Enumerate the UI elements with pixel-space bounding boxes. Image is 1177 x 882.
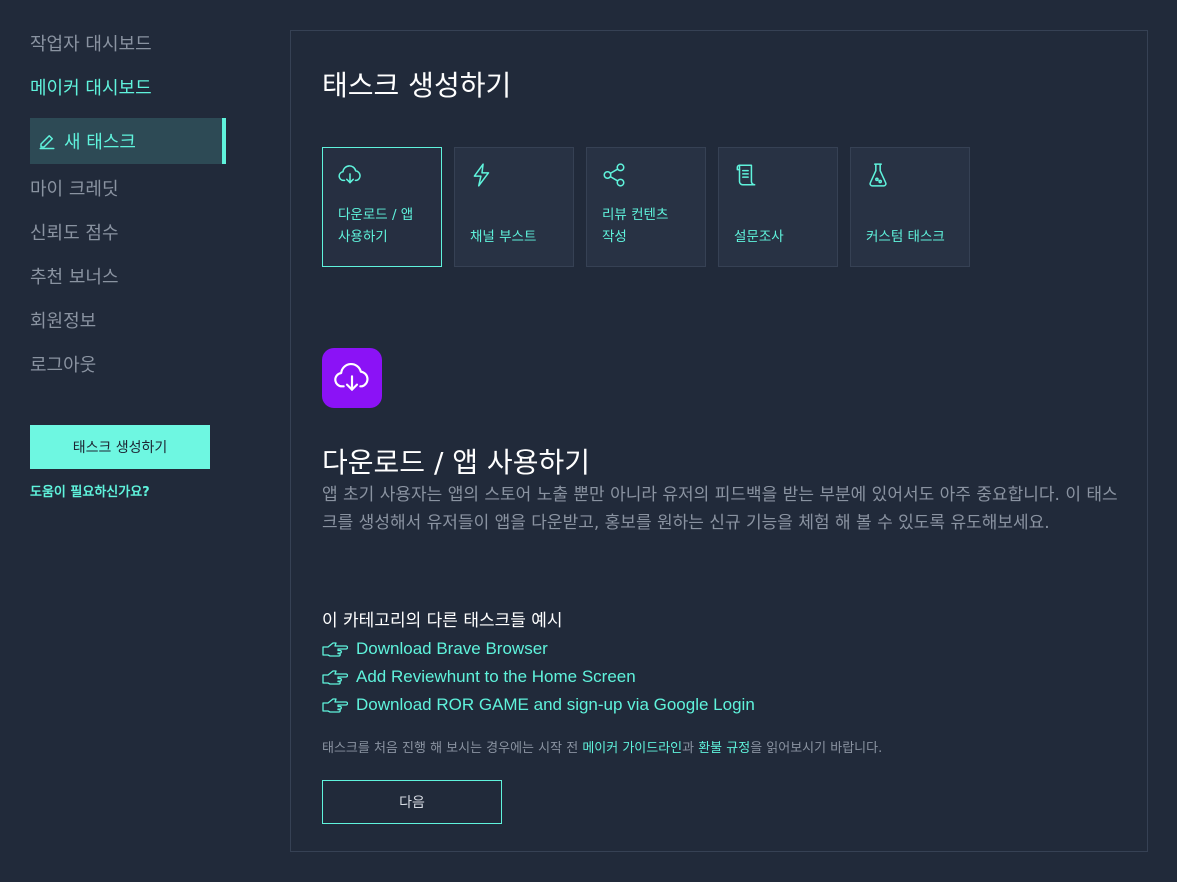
example-text: Download ROR GAME and sign-up via Google…: [356, 695, 755, 714]
maker-guideline-link[interactable]: 메이커 가이드라인: [582, 741, 682, 756]
category-label: 설문조사: [734, 229, 784, 245]
category-card-custom-task[interactable]: 커스텀 태스크: [850, 147, 970, 267]
guideline-note: 태스크를 처음 진행 해 보시는 경우에는 시작 전 메이커 가이드라인과 환불…: [322, 737, 882, 756]
section-icon: [322, 348, 382, 408]
example-text: Add Reviewhunt to the Home Screen: [356, 667, 636, 686]
category-label: 리뷰 컨텐츠 작성: [602, 207, 669, 245]
sidebar-item-my-credit[interactable]: 마이 크레딧: [30, 175, 119, 201]
section-title: 다운로드 / 앱 사용하기: [322, 446, 590, 479]
help-link[interactable]: 도움이 필요하신가요?: [30, 481, 150, 500]
sidebar: 작업자 대시보드 메이커 대시보드 새 태스크 마이 크레딧 신뢰도 점수 추천…: [0, 0, 260, 882]
example-link[interactable]: Download Brave Browser: [322, 635, 755, 663]
sidebar-item-new-task[interactable]: 새 태스크: [30, 118, 226, 164]
sidebar-item-referral-bonus[interactable]: 추천 보너스: [30, 263, 119, 289]
next-button[interactable]: 다음: [322, 780, 502, 824]
example-link[interactable]: Download ROR GAME and sign-up via Google…: [322, 691, 755, 719]
note-prefix: 태스크를 처음 진행 해 보시는 경우에는 시작 전: [322, 741, 583, 756]
scroll-icon: [736, 164, 756, 186]
share-icon: [603, 163, 625, 187]
sidebar-item-worker-dashboard[interactable]: 작업자 대시보드: [30, 30, 152, 56]
sidebar-item-maker-dashboard[interactable]: 메이커 대시보드: [30, 74, 152, 100]
section-description: 앱 초기 사용자는 앱의 스토어 노출 뿐만 아니라 유저의 피드백을 받는 부…: [322, 485, 1118, 533]
category-card-download[interactable]: 다운로드 / 앱 사용하기: [322, 147, 442, 267]
main-panel: 태스크 생성하기 다운로드 / 앱 사용하기 채널 부스트 리뷰 컨텐츠 작성: [290, 30, 1148, 852]
category-card-review-content[interactable]: 리뷰 컨텐츠 작성: [586, 147, 706, 267]
cloud-download-icon: [334, 362, 369, 391]
category-label: 다운로드 / 앱 사용하기: [338, 207, 414, 245]
pointing-hand-icon: [322, 642, 348, 657]
pointing-hand-icon: [322, 670, 348, 685]
sidebar-item-logout[interactable]: 로그아웃: [30, 351, 96, 377]
examples-list: Download Brave Browser Add Reviewhunt to…: [322, 635, 755, 719]
pointing-hand-icon: [322, 698, 348, 713]
pencil-icon: [39, 135, 55, 150]
create-task-button[interactable]: 태스크 생성하기: [30, 425, 210, 469]
flask-icon: [869, 163, 887, 187]
example-link[interactable]: Add Reviewhunt to the Home Screen: [322, 663, 755, 691]
cloud-download-icon: [338, 165, 361, 184]
category-card-channel-boost[interactable]: 채널 부스트: [454, 147, 574, 267]
note-middle: 과: [682, 741, 699, 756]
lightning-icon: [473, 163, 490, 187]
example-text: Download Brave Browser: [356, 639, 548, 658]
category-label: 채널 부스트: [470, 229, 537, 245]
category-label: 커스텀 태스크: [866, 229, 945, 245]
refund-policy-link[interactable]: 환불 규정: [698, 741, 750, 756]
note-suffix: 을 읽어보시기 바랍니다.: [750, 741, 883, 756]
sidebar-item-trust-score[interactable]: 신뢰도 점수: [30, 219, 119, 245]
category-card-survey[interactable]: 설문조사: [718, 147, 838, 267]
sidebar-item-profile[interactable]: 회원정보: [30, 307, 96, 333]
sidebar-item-label: 새 태스크: [64, 132, 136, 153]
page-title: 태스크 생성하기: [322, 69, 512, 102]
examples-title: 이 카테고리의 다른 태스크들 예시: [322, 611, 563, 631]
category-cards: 다운로드 / 앱 사용하기 채널 부스트 리뷰 컨텐츠 작성 설문조사 커스텀 …: [322, 147, 970, 267]
